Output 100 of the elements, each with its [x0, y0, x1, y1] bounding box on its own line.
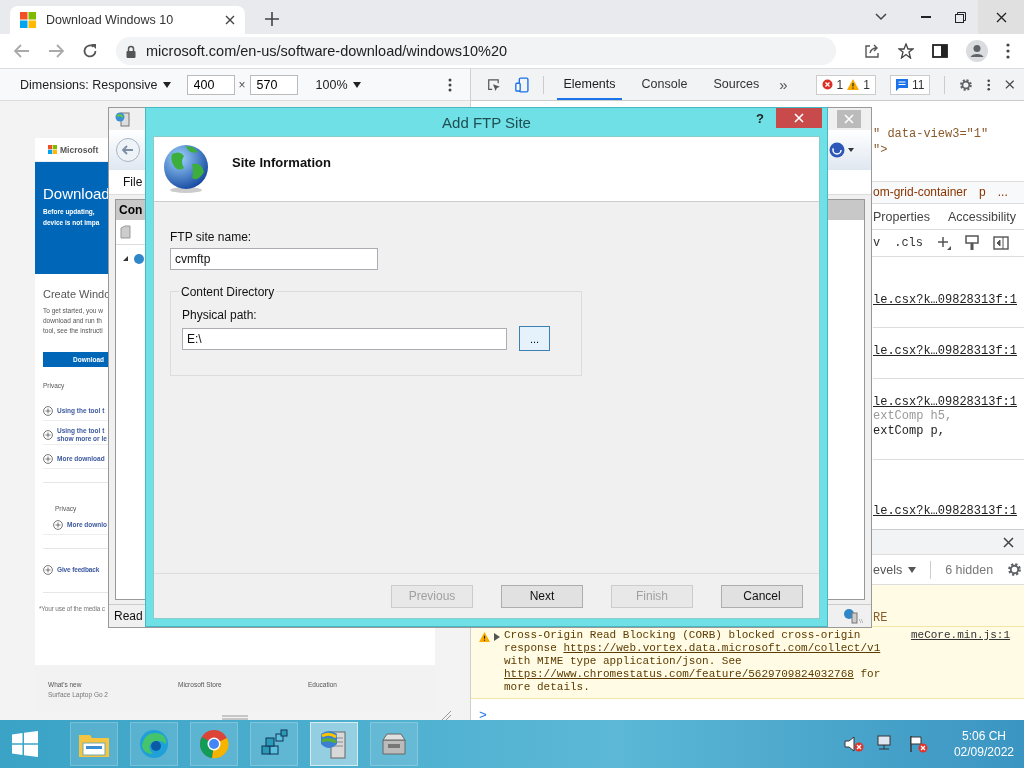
wave-logo-icon — [139, 729, 169, 759]
reload-icon[interactable] — [82, 43, 98, 59]
dom-line[interactable]: " data-view3="1" — [873, 126, 1024, 142]
height-field[interactable]: 570 — [249, 74, 298, 95]
machine-icon — [379, 730, 409, 758]
paint-brush-icon[interactable] — [965, 235, 979, 252]
device-toggle-icon[interactable] — [514, 75, 529, 94]
console-prompt[interactable]: > — [479, 708, 487, 723]
close-icon — [995, 11, 1007, 23]
start-button[interactable] — [12, 731, 38, 757]
zoom-dropdown[interactable]: 100% — [315, 77, 361, 92]
menu-item[interactable]: File — [123, 175, 143, 189]
add-rule-icon[interactable] — [937, 236, 951, 251]
more-icon[interactable] — [987, 77, 991, 92]
settings-icon[interactable] — [1007, 562, 1023, 578]
plus-circle-icon[interactable] — [43, 430, 53, 440]
tab-title: Download Windows 10 — [46, 13, 175, 27]
message-link[interactable]: https://www.chromestatus.com/feature/5629709824032768 — [504, 668, 854, 680]
microsoft-logo-icon — [48, 145, 57, 154]
plus-circle-icon[interactable] — [53, 520, 63, 530]
styles-tab[interactable]: Accessibility — [948, 209, 1017, 224]
stylesheet-link[interactable]: le.csx?k…09828313f:1 — [873, 293, 1018, 308]
more-icon[interactable] — [448, 77, 452, 92]
star-icon[interactable] — [898, 43, 914, 59]
profile-icon[interactable] — [966, 40, 988, 62]
side-panel-icon[interactable] — [932, 44, 948, 58]
brand-name: Microsoft — [60, 144, 99, 155]
more-tabs-button[interactable]: » — [779, 76, 788, 93]
chevron-down-icon[interactable] — [875, 13, 887, 21]
settings-icon[interactable] — [959, 76, 974, 93]
sidebar-toggle-icon[interactable] — [993, 236, 1009, 251]
caret-icon — [908, 566, 917, 573]
site-name-field[interactable]: cvmftp — [170, 248, 378, 270]
browser-tab[interactable]: Download Windows 10 — [10, 6, 245, 34]
dom-line[interactable]: "> — [873, 142, 1024, 158]
more-icon[interactable] — [1006, 43, 1010, 59]
message-link[interactable]: https://web.vortex.data.microsoft.com/collect/v1 — [563, 642, 881, 654]
hero-title: Download — [43, 185, 110, 202]
log-levels-dropdown[interactable]: evels — [873, 562, 917, 577]
taskbar-app[interactable] — [250, 722, 298, 766]
css-selector: extComp h5, — [873, 409, 953, 425]
browse-button[interactable]: ... — [519, 326, 550, 351]
taskbar-app[interactable] — [310, 722, 358, 766]
taskbar-app[interactable] — [190, 722, 238, 766]
message-counter[interactable]: 11 — [890, 74, 931, 95]
breadcrumb-item[interactable]: ... — [997, 185, 1008, 200]
close-icon[interactable] — [1004, 79, 1014, 90]
filter-toggle[interactable]: v — [873, 236, 881, 251]
width-field[interactable]: 400 — [186, 74, 235, 95]
help-button[interactable]: ? — [756, 111, 764, 126]
stylesheet-link[interactable]: le.csx?k…09828313f:1 — [873, 504, 1018, 519]
tree-node-icon[interactable] — [122, 253, 144, 265]
console-message: RE — [873, 611, 888, 625]
devtools-tab[interactable]: Console — [635, 69, 694, 100]
stylesheet-link[interactable]: le.csx?k…09828313f:1 — [873, 344, 1018, 359]
close-icon[interactable] — [225, 15, 235, 25]
close-icon — [844, 114, 854, 124]
field-label: Physical path: — [182, 308, 258, 322]
globe-icon — [162, 144, 210, 194]
address-bar[interactable]: microsoft.com/en-us/software-download/windows10%20 — [116, 37, 836, 65]
resize-corner-icon[interactable] — [441, 710, 451, 720]
path-field[interactable]: E:\ — [182, 327, 507, 350]
share-icon[interactable] — [864, 43, 880, 59]
expand-arrow-icon[interactable] — [494, 633, 500, 641]
server-icon — [319, 728, 349, 760]
close-icon[interactable] — [1003, 536, 1014, 548]
server-icon[interactable] — [115, 111, 131, 127]
inspect-icon[interactable] — [487, 76, 501, 93]
plus-circle-icon[interactable] — [43, 565, 53, 575]
muted-speaker-icon[interactable] — [843, 735, 864, 753]
wizard-button[interactable]: Next — [501, 584, 583, 608]
error-icon — [821, 79, 833, 90]
resize-handle[interactable] — [222, 715, 248, 720]
plus-circle-icon[interactable] — [43, 406, 53, 416]
field-label: FTP site name: — [170, 230, 252, 244]
devtools-tab[interactable]: Sources — [707, 69, 766, 100]
new-tab-icon[interactable] — [265, 12, 279, 26]
back-icon[interactable] — [115, 137, 141, 163]
warning-icon — [479, 632, 490, 642]
styles-tab[interactable]: Properties — [873, 209, 930, 224]
devtools-tab[interactable]: Elements — [557, 69, 622, 100]
close-button[interactable] — [776, 108, 822, 128]
dialog-title: Add FTP Site — [442, 113, 531, 131]
taskbar-app[interactable] — [70, 722, 118, 766]
plus-circle-icon[interactable] — [43, 454, 53, 464]
flag-icon[interactable] — [907, 735, 928, 753]
source-link[interactable]: meCore.min.js:1 — [910, 629, 1010, 641]
windows-logo-icon — [20, 12, 36, 28]
taskbar-app[interactable] — [130, 722, 178, 766]
wizard-button[interactable]: Cancel — [721, 584, 803, 608]
breadcrumb-item[interactable]: om-grid-container — [873, 185, 968, 200]
stylesheet-link[interactable]: le.csx?k…09828313f:1 — [873, 395, 1018, 410]
breadcrumb-item[interactable]: p — [979, 185, 986, 200]
group-label: Content Directory — [179, 285, 277, 299]
filter-toggle[interactable]: .cls — [894, 236, 923, 251]
dimensions-dropdown[interactable]: Dimensions: Responsive — [20, 77, 171, 92]
issue-counter[interactable]: 1 1 — [815, 74, 876, 95]
taskbar-app[interactable] — [370, 722, 418, 766]
help-icon[interactable] — [829, 142, 855, 158]
restore-icon[interactable] — [955, 11, 966, 23]
